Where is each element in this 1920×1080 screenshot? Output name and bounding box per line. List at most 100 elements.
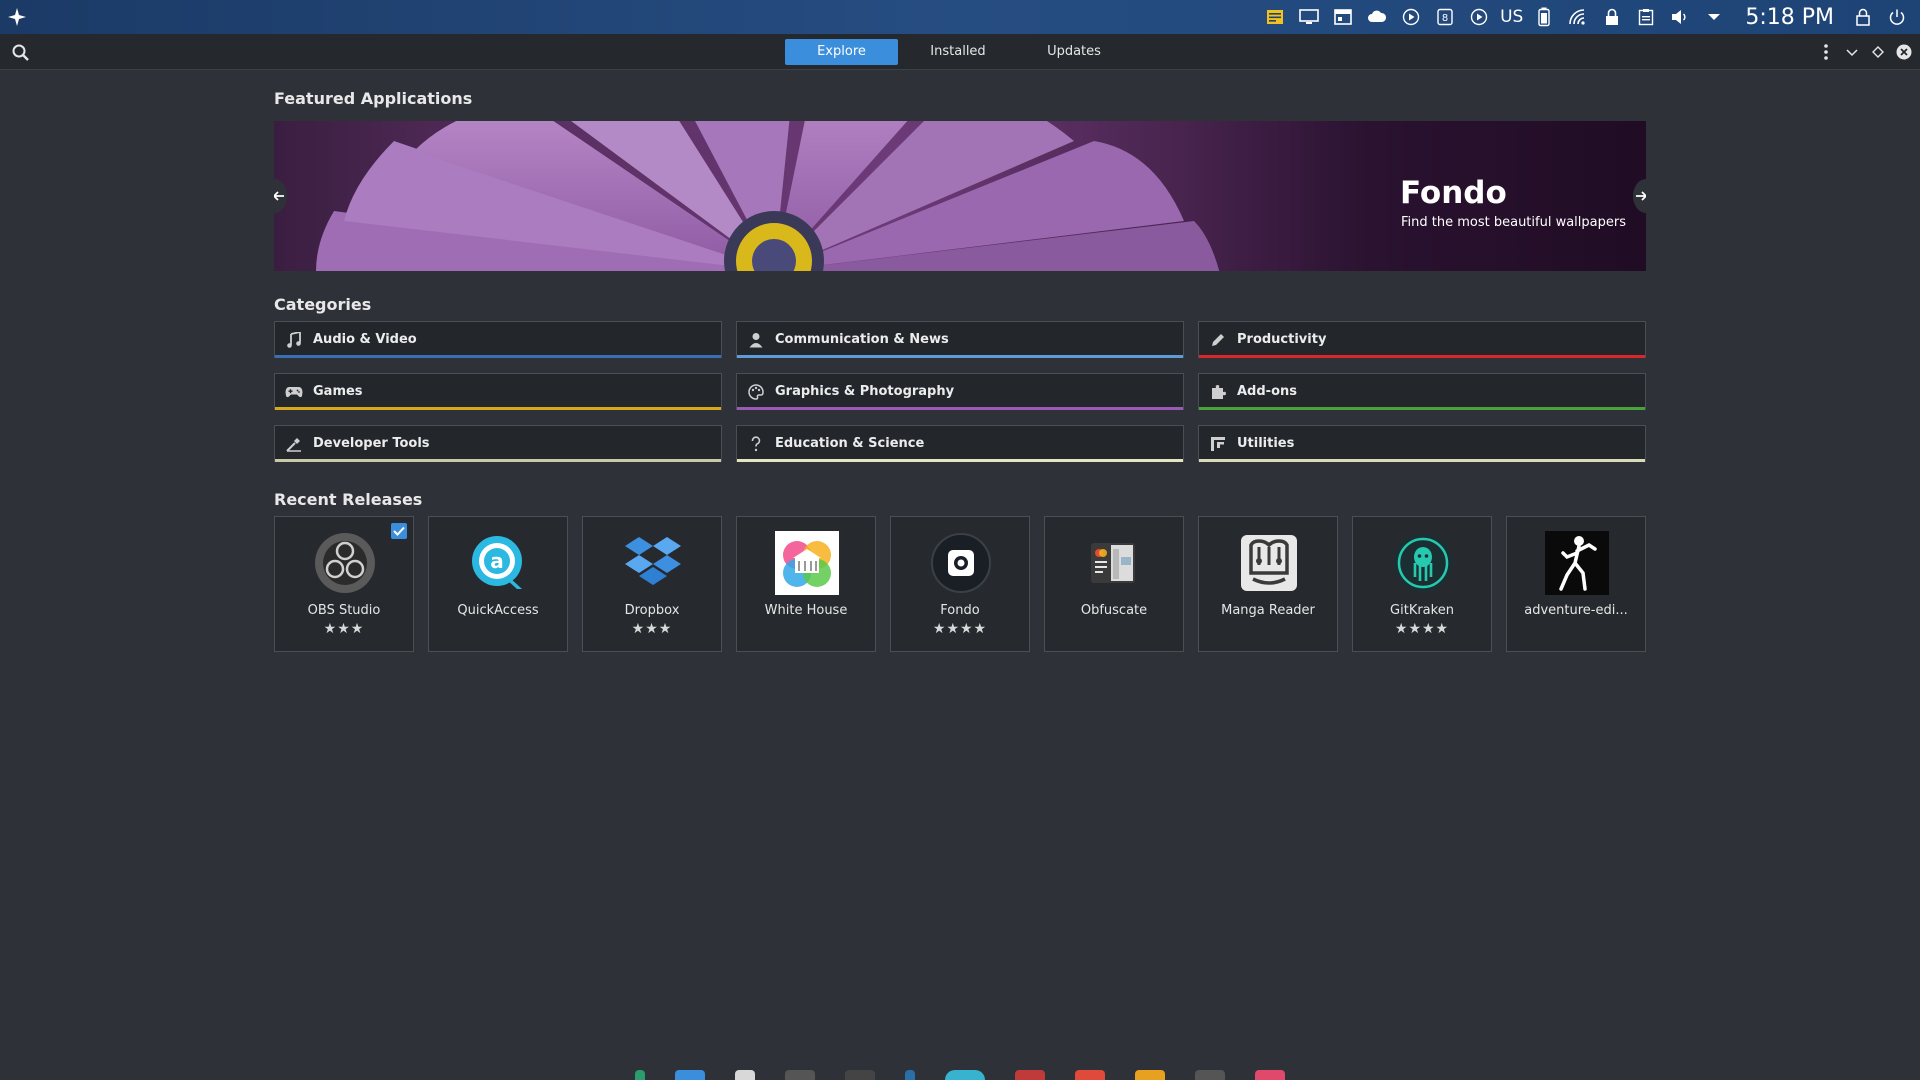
category-underline [275,355,721,358]
app-card-quickaccess[interactable]: a QuickAccess [428,516,568,652]
category-label: Games [313,384,363,399]
categories-section-title: Categories [274,295,372,314]
display-icon[interactable] [1292,0,1326,34]
app-name: Obfuscate [1080,603,1148,618]
dock-app-icon[interactable] [785,1070,815,1080]
app-name: QuickAccess [457,603,539,618]
category-label: Add-ons [1237,384,1297,399]
tray-expand-icon[interactable] [1697,0,1731,34]
category-underline [275,407,721,410]
search-icon[interactable] [10,42,32,64]
category-communication-news[interactable]: Communication & News [736,321,1184,358]
volume-icon[interactable] [1663,0,1697,34]
category-underline [737,459,1183,462]
category-label: Education & Science [775,436,925,451]
utilities-icon [1208,434,1228,454]
tab-updates[interactable]: Updates [1018,39,1130,65]
window-manager-icon[interactable] [1326,0,1360,34]
dock-app-icon[interactable] [845,1070,875,1080]
featured-banner[interactable]: Fondo Find the most beautiful wallpapers [274,121,1646,271]
obfuscate-icon [1083,531,1147,595]
gitkraken-icon [1391,531,1455,595]
app-rating: ★★★ [323,621,365,637]
white-house-icon [775,531,839,595]
window-controls [1818,41,1912,63]
app-card-obfuscate[interactable]: Obfuscate [1044,516,1184,652]
close-icon[interactable] [1896,41,1912,63]
power-icon[interactable] [1880,0,1914,34]
vault-lock-icon[interactable] [1595,0,1629,34]
app-card-dropbox[interactable]: Dropbox ★★★ [582,516,722,652]
lock-screen-icon[interactable] [1846,0,1880,34]
category-underline [1199,459,1645,462]
notes-icon[interactable] [1258,0,1292,34]
battery-icon[interactable] [1527,0,1561,34]
category-label: Communication & News [775,332,949,347]
app-rating: ★★★★ [1394,621,1450,637]
keyboard-layout[interactable]: US [1496,7,1527,27]
view-tabs: Explore Installed Updates [785,39,1130,65]
wifi-icon[interactable] [1561,0,1595,34]
category-developer-tools[interactable]: Developer Tools [274,425,722,462]
app-name: Fondo [940,603,980,618]
featured-app-title: Fondo [1400,175,1507,211]
dock-app-icon[interactable] [1255,1070,1285,1080]
cloud-sync-icon[interactable] [1360,0,1394,34]
category-add-ons[interactable]: Add-ons [1198,373,1646,410]
app-card-adventure-editor[interactable]: adventure-edi... [1506,516,1646,652]
dock-app-icon[interactable] [1075,1070,1105,1080]
installed-checkbox[interactable] [391,523,407,539]
dock-app-icon[interactable] [635,1070,645,1080]
featured-app-tagline: Find the most beautiful wallpapers [1401,215,1626,230]
top-panel: 8 US 5:18 PM [0,0,1920,34]
dock-app-icon[interactable] [675,1070,705,1080]
category-graphics-photography[interactable]: Graphics & Photography [736,373,1184,410]
clipboard-icon[interactable] [1629,0,1663,34]
dock-app-icon[interactable] [735,1070,755,1080]
gamepad-icon [284,382,304,402]
category-label: Graphics & Photography [775,384,955,399]
menu-kebab-icon[interactable] [1818,41,1834,63]
dock-app-icon[interactable] [1015,1070,1045,1080]
puzzle-icon [1208,382,1228,402]
dock-app-icon[interactable] [1195,1070,1225,1080]
app-card-gitkraken[interactable]: GitKraken ★★★★ [1352,516,1492,652]
category-underline [275,459,721,462]
dropbox-icon [621,531,685,595]
dock-app-icon[interactable] [905,1070,915,1080]
tab-explore[interactable]: Explore [785,39,898,65]
clipboard-counter-icon[interactable]: 8 [1428,0,1462,34]
dock-app-icon[interactable] [945,1070,985,1080]
music-note-icon [284,330,304,350]
category-label: Utilities [1237,436,1295,451]
clock[interactable]: 5:18 PM [1731,5,1846,30]
fondo-icon [929,531,993,595]
media-player-icon[interactable] [1394,0,1428,34]
category-utilities[interactable]: Utilities [1198,425,1646,462]
play-icon[interactable] [1462,0,1496,34]
app-card-fondo[interactable]: Fondo ★★★★ [890,516,1030,652]
app-card-obs-studio[interactable]: OBS Studio ★★★ [274,516,414,652]
dock-app-icon[interactable] [1135,1070,1165,1080]
category-productivity[interactable]: Productivity [1198,321,1646,358]
system-tray: 8 US 5:18 PM [1258,0,1920,34]
manga-reader-icon [1237,531,1301,595]
tab-installed[interactable]: Installed [898,39,1018,65]
category-games[interactable]: Games [274,373,722,410]
category-underline [1199,407,1645,410]
obs-studio-icon [313,531,377,595]
category-education-science[interactable]: Education & Science [736,425,1184,462]
minimize-icon[interactable] [1844,41,1860,63]
app-name: White House [764,603,848,618]
app-name: adventure-edi... [1524,603,1628,618]
maximize-icon[interactable] [1870,41,1886,63]
app-card-manga-reader[interactable]: Manga Reader [1198,516,1338,652]
category-audio-video[interactable]: Audio & Video [274,321,722,358]
app-name: Dropbox [624,603,680,618]
app-rating: ★★★ [631,621,673,637]
app-card-white-house[interactable]: White House [736,516,876,652]
featured-section-title: Featured Applications [274,89,473,108]
app-name: GitKraken [1390,603,1454,618]
quickaccess-icon: a [467,531,531,595]
app-launcher-icon[interactable] [0,0,34,34]
